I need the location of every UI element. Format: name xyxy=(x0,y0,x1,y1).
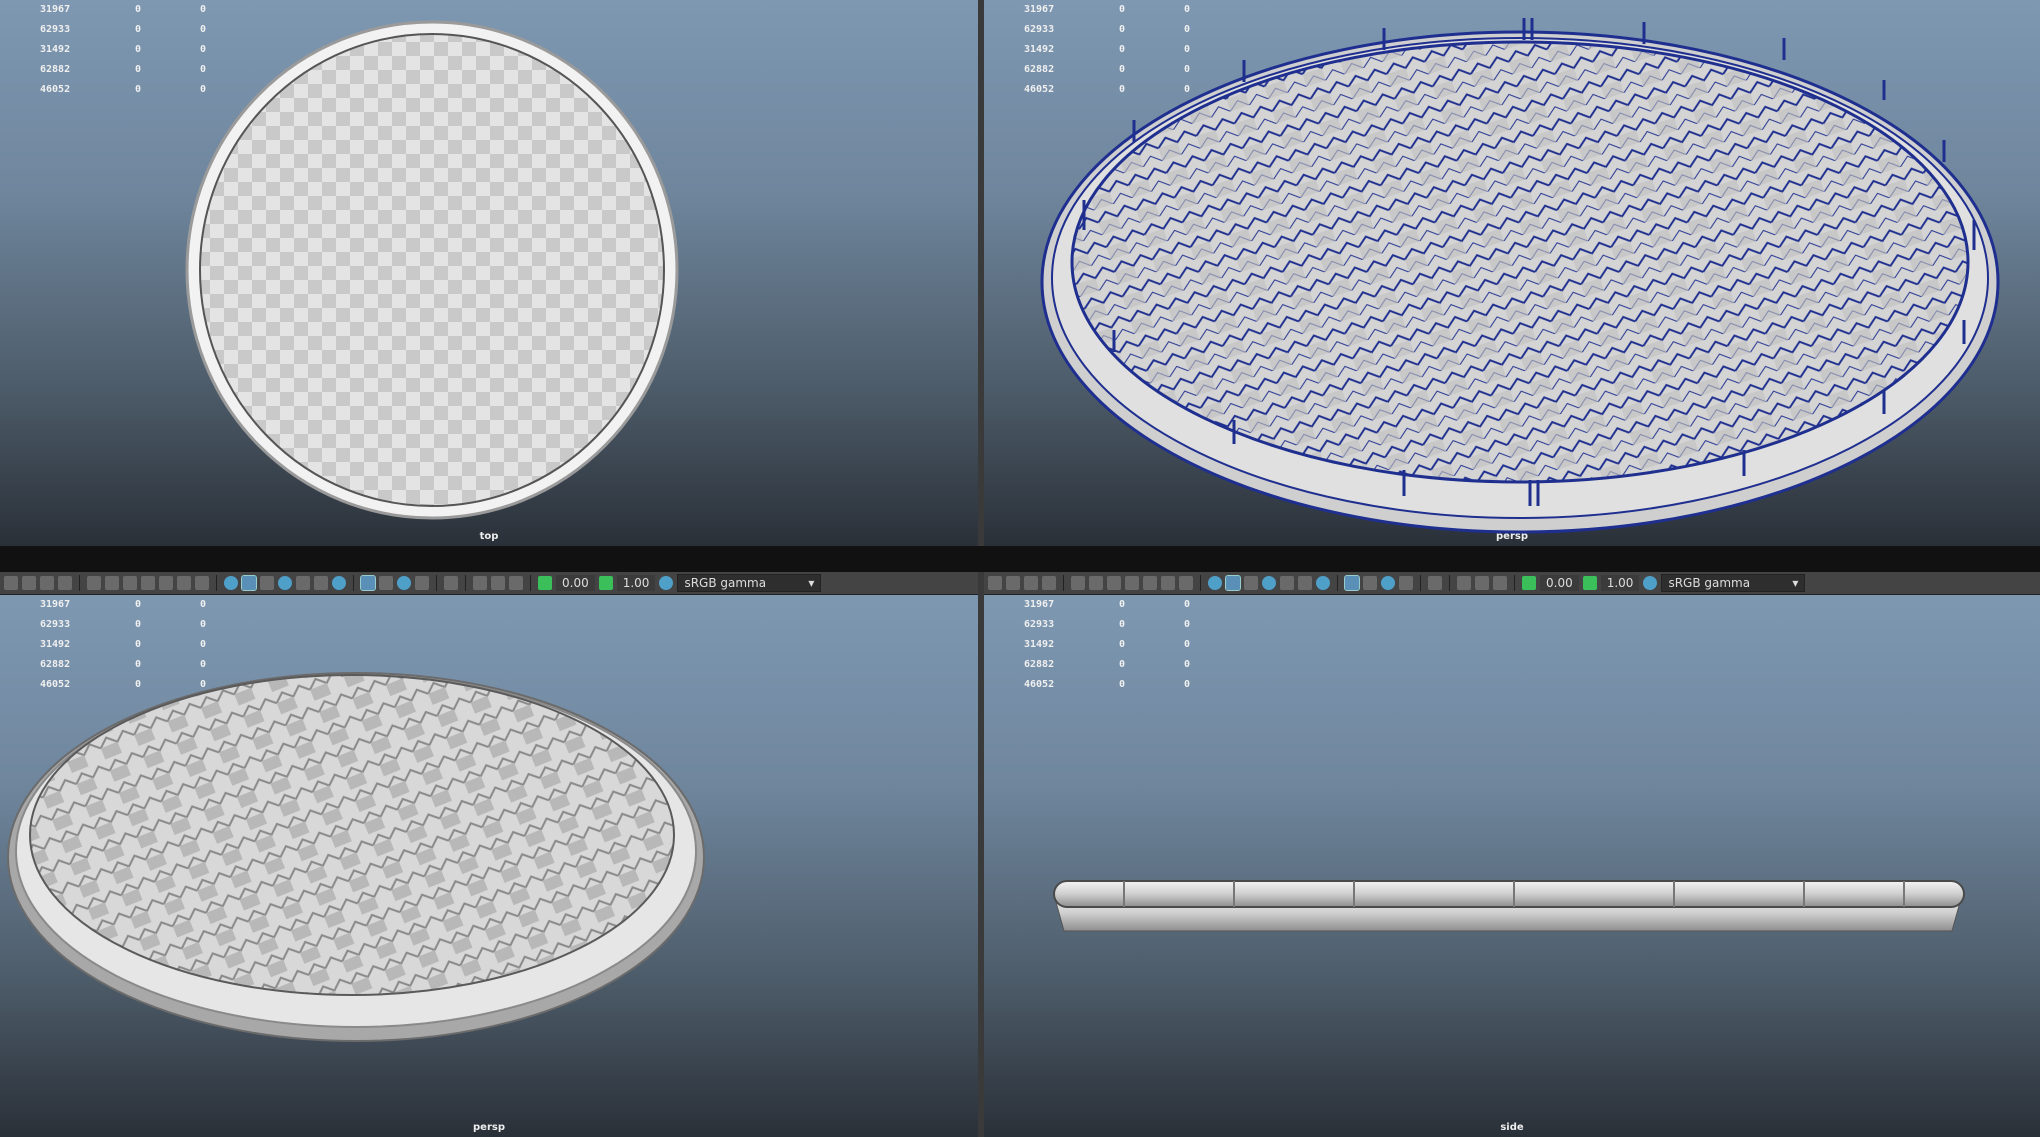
pencil-icon[interactable] xyxy=(1042,576,1056,590)
viewport-toolbar: 0.00 1.00 sRGB gamma ▾ xyxy=(984,572,2040,595)
wireframe-on-shaded-icon[interactable] xyxy=(260,576,274,590)
view-transform-select[interactable]: sRGB gamma ▾ xyxy=(677,574,822,592)
select-icon[interactable] xyxy=(1428,576,1442,590)
separator xyxy=(1200,575,1201,591)
frame-all-icon[interactable] xyxy=(1457,576,1471,590)
safe-action-icon[interactable] xyxy=(177,576,191,590)
isolate-select-icon[interactable] xyxy=(360,575,376,591)
grid-icon[interactable] xyxy=(87,576,101,590)
viewport-top[interactable]: 31967 0 0 62933 0 0 31492 0 0 62882 0 0 46052 0 0 … xyxy=(0,0,978,546)
gamma-field[interactable]: 1.00 xyxy=(616,575,656,591)
view-transform-select[interactable]: sRGB gamma ▾ xyxy=(1661,574,1806,592)
backface-icon[interactable] xyxy=(1399,576,1413,590)
shadows-icon[interactable] xyxy=(314,576,328,590)
field-chart-icon[interactable] xyxy=(1143,576,1157,590)
safe-title-icon[interactable] xyxy=(1179,576,1193,590)
xray-icon[interactable] xyxy=(379,576,393,590)
separator xyxy=(1449,575,1450,591)
ambient-occlusion-icon[interactable] xyxy=(1316,576,1330,590)
film-gate-icon[interactable] xyxy=(105,576,119,590)
zoom-icon[interactable] xyxy=(509,576,523,590)
separator xyxy=(216,575,217,591)
exposure-icon[interactable] xyxy=(538,576,552,590)
tray-model-side[interactable] xyxy=(984,595,2040,1137)
exposure-field[interactable]: 0.00 xyxy=(556,575,595,591)
viewport-label: persp xyxy=(1496,531,1528,542)
gate-mask-icon[interactable] xyxy=(141,576,155,590)
wireframe-on-shaded-icon[interactable] xyxy=(1244,576,1258,590)
separator xyxy=(436,575,437,591)
gamma-field[interactable]: 1.00 xyxy=(1600,575,1640,591)
wireframe-icon[interactable] xyxy=(1208,576,1222,590)
separator xyxy=(1420,575,1421,591)
camera-attributes-icon[interactable] xyxy=(40,576,54,590)
backface-icon[interactable] xyxy=(415,576,429,590)
separator xyxy=(530,575,531,591)
view-transform-value: sRGB gamma xyxy=(684,576,767,590)
xray-icon[interactable] xyxy=(1363,576,1377,590)
viewport-persp-wireframe[interactable]: 31967 0 0 62933 0 0 31492 0 0 62882 0 0 46052 0 0 xyxy=(984,0,2040,546)
view-transform-value: sRGB gamma xyxy=(1668,576,1751,590)
gamma-icon[interactable] xyxy=(1582,576,1597,590)
smooth-shade-icon[interactable] xyxy=(1225,575,1241,591)
safe-action-icon[interactable] xyxy=(1161,576,1175,590)
color-management-icon[interactable] xyxy=(659,576,674,590)
chevron-down-icon: ▾ xyxy=(808,576,815,590)
bookmark-icon[interactable] xyxy=(988,576,1002,590)
gate-mask-icon[interactable] xyxy=(1125,576,1139,590)
select-icon[interactable] xyxy=(444,576,458,590)
textured-icon[interactable] xyxy=(1262,576,1276,590)
viewport-label: top xyxy=(479,531,499,542)
separator xyxy=(353,575,354,591)
frame-all-icon[interactable] xyxy=(473,576,487,590)
chevron-down-icon: ▾ xyxy=(1792,576,1799,590)
ambient-occlusion-icon[interactable] xyxy=(332,576,346,590)
separator xyxy=(79,575,80,591)
frame-selected-icon[interactable] xyxy=(491,576,505,590)
film-gate-icon[interactable] xyxy=(1089,576,1103,590)
separator xyxy=(1514,575,1515,591)
shadows-icon[interactable] xyxy=(1298,576,1312,590)
viewport-toolbar: 0.00 1.00 sRGB gamma ▾ xyxy=(0,572,978,595)
frame-selected-icon[interactable] xyxy=(1475,576,1489,590)
camera-attributes-icon[interactable] xyxy=(1024,576,1038,590)
bookmark-icon[interactable] xyxy=(4,576,18,590)
lights-icon[interactable] xyxy=(296,576,310,590)
xray-joints-icon[interactable] xyxy=(397,576,411,590)
camera-icon[interactable] xyxy=(22,576,36,590)
zoom-icon[interactable] xyxy=(1493,576,1507,590)
exposure-icon[interactable] xyxy=(1522,576,1536,590)
separator xyxy=(1337,575,1338,591)
resolution-gate-icon[interactable] xyxy=(123,576,137,590)
camera-icon[interactable] xyxy=(1006,576,1020,590)
viewport-divider-horizontal xyxy=(0,546,2040,572)
wireframe-icon[interactable] xyxy=(224,576,238,590)
isolate-select-icon[interactable] xyxy=(1344,575,1360,591)
color-management-icon[interactable] xyxy=(1643,576,1658,590)
viewport-label: side xyxy=(1500,1122,1524,1133)
viewport-persp-shaded[interactable]: 31967 0 0 62933 0 0 31492 0 0 62882 0 0 46052 0 0 … xyxy=(0,595,978,1137)
tray-model-shaded[interactable] xyxy=(0,595,978,1137)
separator xyxy=(465,575,466,591)
viewport-side[interactable]: 31967 0 0 62933 0 0 31492 0 0 62882 0 0 46052 0 0 … xyxy=(984,595,2040,1137)
field-chart-icon[interactable] xyxy=(159,576,173,590)
separator xyxy=(1063,575,1064,591)
smooth-shade-icon[interactable] xyxy=(241,575,257,591)
pencil-icon[interactable] xyxy=(58,576,72,590)
safe-title-icon[interactable] xyxy=(195,576,209,590)
grid-icon[interactable] xyxy=(1071,576,1085,590)
tray-model-top[interactable] xyxy=(0,0,978,546)
gamma-icon[interactable] xyxy=(598,576,613,590)
tray-model-wireframe[interactable] xyxy=(984,0,2040,546)
viewport-label: persp xyxy=(473,1122,505,1133)
resolution-gate-icon[interactable] xyxy=(1107,576,1121,590)
xray-joints-icon[interactable] xyxy=(1381,576,1395,590)
textured-icon[interactable] xyxy=(278,576,292,590)
lights-icon[interactable] xyxy=(1280,576,1294,590)
exposure-field[interactable]: 0.00 xyxy=(1540,575,1579,591)
